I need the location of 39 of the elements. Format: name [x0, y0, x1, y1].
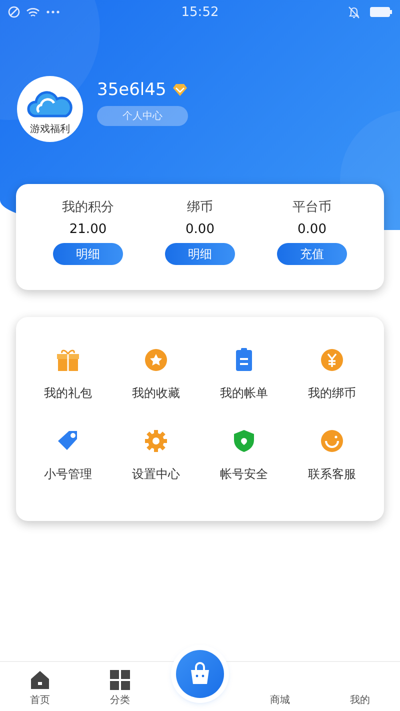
menu-item[interactable]: 我的绑币: [288, 347, 376, 402]
cloud-icon: [27, 90, 73, 120]
bell-off-icon: [348, 6, 360, 18]
yen-coin-icon: [319, 347, 345, 373]
balance-value: 0.00: [186, 222, 214, 237]
shop-button[interactable]: [176, 650, 224, 698]
menu-item[interactable]: 帐号安全: [200, 428, 288, 483]
gift-icon: [55, 347, 81, 373]
menu-item[interactable]: 联系客服: [288, 428, 376, 483]
menu-item[interactable]: 我的帐单: [200, 347, 288, 402]
smiley-icon: [319, 428, 345, 454]
nav-tab[interactable]: 首页: [0, 669, 80, 708]
gear-icon: [143, 428, 169, 454]
avatar-caption: 游戏福利: [30, 122, 70, 136]
grid-icon: [109, 669, 131, 691]
balance-label: 我的积分: [62, 199, 114, 216]
menu-item[interactable]: 小号管理: [24, 428, 112, 483]
username: 35e6l45: [97, 80, 166, 100]
menu-item[interactable]: 我的收藏: [112, 347, 200, 402]
battery-icon: [370, 7, 392, 17]
more-icon: [46, 10, 60, 14]
balance-button[interactable]: 明细: [53, 243, 123, 265]
balance-label: 绑币: [187, 199, 213, 216]
status-time: 15:52: [181, 4, 219, 20]
diamond-icon: [172, 83, 188, 97]
shield-icon: [231, 428, 257, 454]
wifi-icon: [26, 6, 40, 18]
menu-item[interactable]: 设置中心: [112, 428, 200, 483]
home-icon: [29, 669, 51, 691]
blocked-icon: [8, 6, 20, 18]
nav-tab[interactable]: 分类: [80, 669, 160, 708]
balance-label: 平台币: [292, 199, 332, 216]
balance-button[interactable]: 充值: [277, 243, 347, 265]
menu-item[interactable]: 我的礼包: [24, 347, 112, 402]
nav-tab[interactable]: 我的: [320, 694, 400, 708]
balance-button[interactable]: 明细: [165, 243, 235, 265]
balance-value: 21.00: [69, 222, 107, 237]
nav-tab[interactable]: 商城: [240, 694, 320, 708]
balance-value: 0.00: [298, 222, 326, 237]
